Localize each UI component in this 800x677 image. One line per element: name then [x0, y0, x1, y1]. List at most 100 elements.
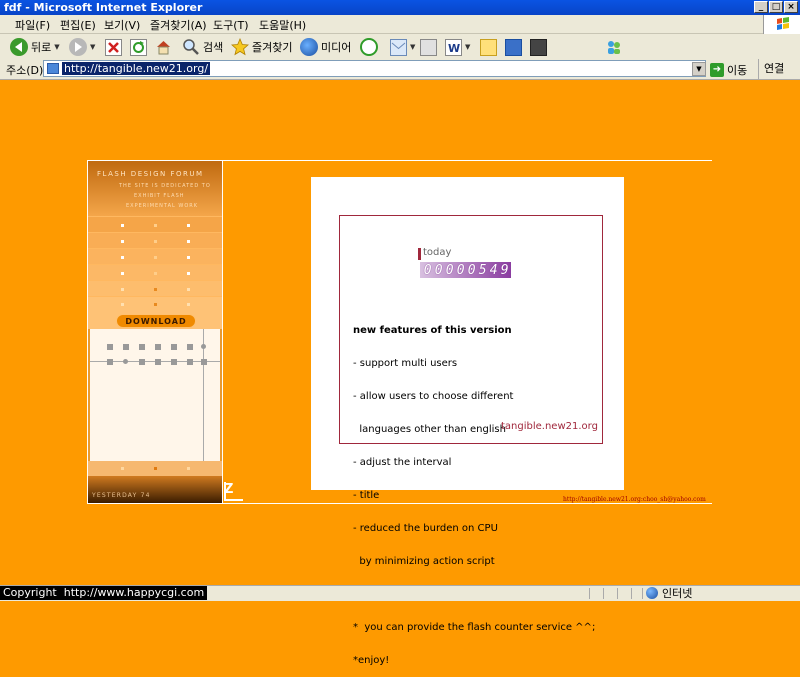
counter-digit: 0 [445, 262, 454, 278]
forum-tagline-2: EXHIBIT FLASH [134, 193, 185, 199]
menu-view[interactable]: 보기(V) [104, 17, 140, 33]
forum-board-area [90, 329, 220, 461]
menu-row-5[interactable] [88, 280, 222, 296]
toolbar: 뒤로 ▼ ▼ 검색 즐겨찾기 미디어 ▼ W ▼ [0, 34, 800, 60]
menu-help[interactable]: 도움말(H) [259, 17, 306, 33]
research-icon [530, 38, 547, 56]
forum-tagline-1: THE SITE IS DEDICATED TO [119, 183, 211, 189]
forward-dropdown-icon[interactable]: ▼ [90, 43, 95, 51]
feature-item: - support multi users [353, 358, 458, 369]
counter-label: today [423, 247, 452, 258]
counter-digit: 0 [423, 262, 432, 278]
email-link[interactable]: http://tangible.new21.org:choo_sh@yahoo.… [563, 496, 706, 503]
print-button[interactable] [420, 37, 437, 57]
counter-digit: 0 [467, 262, 476, 278]
mail-dropdown-icon[interactable]: ▼ [410, 43, 415, 51]
security-zone: 인터넷 [646, 585, 692, 600]
back-button[interactable]: 뒤로 ▼ [10, 37, 60, 57]
status-divider [603, 588, 604, 599]
printer-icon [420, 38, 437, 56]
feature-item: - reduced the burden on CPU [353, 523, 498, 534]
back-arrow-icon [10, 38, 28, 56]
edit-dropdown-icon[interactable]: ▼ [465, 43, 470, 51]
feature-item: - title [353, 490, 380, 501]
address-bar: 주소(D) http://tangible.new21.org/ [0, 59, 800, 80]
media-button[interactable]: 미디어 [300, 37, 351, 57]
home-icon [155, 39, 172, 56]
forward-arrow-icon [69, 38, 87, 56]
discuss-button[interactable] [480, 37, 497, 57]
internet-globe-icon [646, 586, 658, 599]
search-button[interactable]: 검색 [182, 37, 223, 57]
menu-row-3[interactable] [88, 248, 222, 264]
features-list: new features of this version - support m… [353, 303, 595, 677]
forward-button[interactable]: ▼ [69, 37, 95, 57]
menu-row-1[interactable] [88, 216, 222, 232]
features-heading: new features of this version [353, 325, 512, 336]
forum-title: FLASH DESIGN FORUM [97, 170, 204, 178]
note-item: * you can provide the flash counter serv… [353, 622, 596, 633]
back-label: 뒤로 [31, 41, 52, 54]
menu-file[interactable]: 파일(F) [15, 17, 50, 33]
window-title: fdf - Microsoft Internet Explorer [4, 1, 203, 14]
windows-flag-icon [777, 17, 789, 30]
feature-item: by minimizing action script [353, 556, 495, 567]
menu-row-2[interactable] [88, 232, 222, 248]
counter-digit: 9 [500, 262, 509, 278]
corner-mark: Z [224, 482, 243, 501]
yesterday-count: YESTERDAY 74 [92, 492, 151, 499]
mail-button[interactable]: ▼ [390, 37, 415, 57]
messenger-icon [505, 38, 522, 56]
counter-display: 0 0 0 0 0 5 4 9 [420, 262, 511, 278]
research-button[interactable] [530, 37, 547, 57]
msn-button[interactable] [605, 37, 623, 57]
stop-icon [105, 38, 122, 56]
favorites-button[interactable]: 즐겨찾기 [231, 37, 292, 57]
forum-sidebar: FLASH DESIGN FORUM THE SITE IS DEDICATED… [88, 161, 223, 503]
maximize-button[interactable]: □ [769, 1, 783, 13]
close-button[interactable]: × [784, 1, 798, 13]
minimize-button[interactable]: _ [754, 1, 768, 13]
search-icon [182, 38, 200, 56]
edit-button[interactable]: W ▼ [445, 37, 470, 57]
note-item: *enjoy! [353, 655, 390, 666]
address-dropdown-icon[interactable]: ▼ [692, 62, 706, 76]
copyright-overlay: Copyright http://www.happycgi.com [0, 586, 208, 600]
svg-text:W: W [448, 42, 460, 55]
forum-footer-band [88, 461, 222, 476]
counter-digit: 0 [456, 262, 465, 278]
refresh-icon [130, 38, 147, 56]
menu-tools[interactable]: 도구(T) [213, 17, 249, 33]
refresh-button[interactable] [130, 37, 147, 57]
site-name-link[interactable]: tangible.new21.org [501, 421, 598, 432]
go-button[interactable]: ➜ 이동 [710, 61, 747, 78]
address-url[interactable]: http://tangible.new21.org/ [62, 62, 211, 75]
word-icon: W [445, 38, 462, 56]
title-bar: fdf - Microsoft Internet Explorer _ □ × [0, 0, 800, 15]
address-input[interactable]: http://tangible.new21.org/ [43, 60, 706, 77]
mail-icon [390, 38, 407, 56]
media-label: 미디어 [321, 41, 352, 54]
menu-edit[interactable]: 편집(E) [60, 17, 96, 33]
menu-row-4[interactable] [88, 264, 222, 280]
address-label: 주소(D) [6, 64, 44, 77]
note-icon [480, 38, 497, 56]
links-button[interactable]: 연결 [758, 59, 784, 79]
menu-bar: 파일(F) 편집(E) 보기(V) 즐겨찾기(A) 도구(T) 도움말(H) [0, 15, 800, 34]
counter-marker [418, 248, 421, 260]
forum-tagline-3: EXPERIMENTAL WORK [126, 203, 199, 209]
msn-people-icon [605, 38, 623, 56]
menu-favorites[interactable]: 즐겨찾기(A) [150, 17, 207, 33]
go-arrow-icon: ➜ [710, 62, 724, 77]
favorites-label: 즐겨찾기 [252, 41, 293, 54]
go-label: 이동 [727, 63, 748, 77]
corner-z-icon: Z [224, 482, 234, 497]
counter-digit: 4 [489, 262, 498, 278]
home-button[interactable] [155, 37, 172, 57]
messenger-button[interactable] [505, 37, 522, 57]
download-button[interactable]: DOWNLOAD [116, 314, 196, 328]
zone-label: 인터넷 [662, 586, 693, 600]
stop-button[interactable] [105, 37, 122, 57]
back-dropdown-icon[interactable]: ▼ [54, 43, 59, 51]
history-button[interactable] [360, 37, 378, 57]
